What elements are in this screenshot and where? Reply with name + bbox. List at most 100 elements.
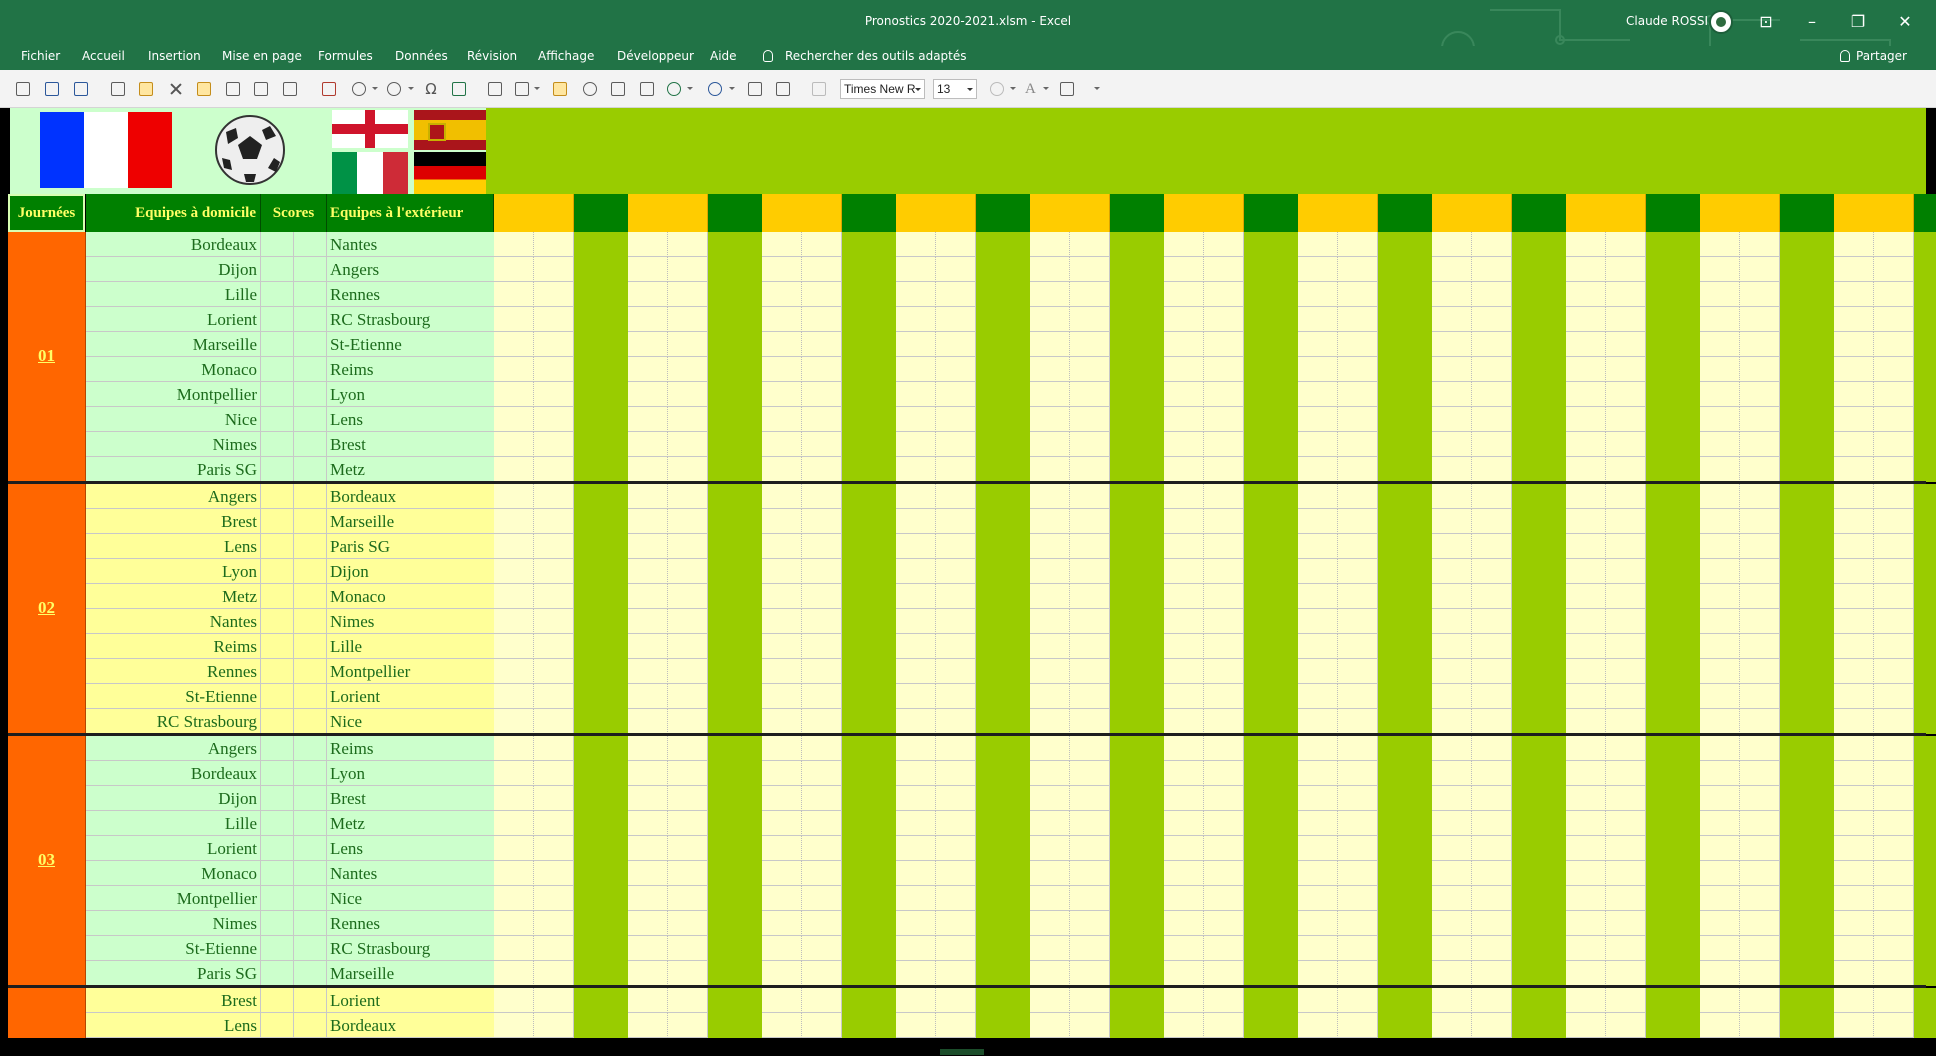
prediction-cell[interactable] [1338,509,1378,534]
picture-icon[interactable] [322,82,336,96]
prediction-cell[interactable] [936,457,976,482]
menu-mise-en-page[interactable]: Mise en page [222,49,302,63]
home-score-cell[interactable] [261,634,294,659]
prediction-cell[interactable] [1740,736,1780,761]
prediction-cell[interactable] [1432,709,1472,734]
prediction-header-cell[interactable] [762,194,842,232]
prediction-cell[interactable] [1700,936,1740,961]
prediction-cell[interactable] [1874,709,1914,734]
prediction-header-cell[interactable] [1030,194,1110,232]
prediction-cell[interactable] [1204,534,1244,559]
prediction-cell[interactable] [1834,307,1874,332]
prediction-cell[interactable] [668,684,708,709]
prediction-cell[interactable] [1700,786,1740,811]
prediction-cell[interactable] [1338,307,1378,332]
prediction-cell[interactable] [1740,761,1780,786]
prediction-cell[interactable] [1740,584,1780,609]
prediction-cell[interactable] [1164,634,1204,659]
prediction-cell[interactable] [494,684,534,709]
prediction-cell[interactable] [1740,357,1780,382]
prediction-cell[interactable] [1204,961,1244,986]
prediction-cell[interactable] [1432,786,1472,811]
prediction-cell[interactable] [1338,282,1378,307]
menu-donnees[interactable]: Données [395,49,448,63]
prediction-cell[interactable] [1164,432,1204,457]
prediction-cell[interactable] [494,432,534,457]
home-score-cell[interactable] [261,1013,294,1038]
font-size-select[interactable]: 13 [933,79,977,99]
prediction-cell[interactable] [1874,509,1914,534]
prediction-cell[interactable] [762,509,802,534]
prediction-cell[interactable] [1298,584,1338,609]
prediction-cell[interactable] [1700,961,1740,986]
prediction-cell[interactable] [534,382,574,407]
prediction-cell[interactable] [1606,634,1646,659]
prediction-cell[interactable] [668,332,708,357]
avatar[interactable] [1709,10,1733,34]
prediction-cell[interactable] [1566,911,1606,936]
prediction-cell[interactable] [1164,684,1204,709]
prediction-cell[interactable] [1030,382,1070,407]
away-team-cell[interactable]: Montpellier [327,659,494,684]
prediction-cell[interactable] [1874,961,1914,986]
open-folder-icon[interactable] [139,82,153,96]
prediction-cell[interactable] [494,332,534,357]
font-color-dropdown-icon[interactable] [1043,87,1049,90]
home-score-cell[interactable] [261,609,294,634]
away-team-cell[interactable]: Dijon [327,559,494,584]
prediction-cell[interactable] [1204,407,1244,432]
prediction-cell[interactable] [668,257,708,282]
grid-icon[interactable] [111,82,125,96]
prediction-cell[interactable] [1740,559,1780,584]
prediction-cell[interactable] [936,811,976,836]
prediction-cell[interactable] [1164,609,1204,634]
prediction-cell[interactable] [628,457,668,482]
prediction-cell[interactable] [1338,936,1378,961]
prediction-cell[interactable] [1432,961,1472,986]
prediction-cell[interactable] [762,332,802,357]
prediction-cell[interactable] [1030,861,1070,886]
prediction-cell[interactable] [628,684,668,709]
prediction-cell[interactable] [802,609,842,634]
prediction-cell[interactable] [1606,484,1646,509]
prediction-cell[interactable] [1070,709,1110,734]
prediction-cell[interactable] [1070,786,1110,811]
prediction-cell[interactable] [1874,761,1914,786]
prediction-cell[interactable] [1472,257,1512,282]
redo-icon[interactable] [387,82,401,96]
prediction-cell[interactable] [494,659,534,684]
prediction-cell[interactable] [1070,559,1110,584]
prediction-cell[interactable] [1164,761,1204,786]
prediction-cell[interactable] [802,484,842,509]
prediction-cell[interactable] [534,534,574,559]
prediction-cell[interactable] [936,257,976,282]
away-team-cell[interactable]: Reims [327,357,494,382]
prediction-cell[interactable] [1700,382,1740,407]
prediction-cell[interactable] [896,634,936,659]
prediction-cell[interactable] [896,811,936,836]
prediction-cell[interactable] [1606,988,1646,1013]
prediction-cell[interactable] [1070,432,1110,457]
prediction-cell[interactable] [628,357,668,382]
prediction-cell[interactable] [1566,559,1606,584]
prediction-cell[interactable] [1472,961,1512,986]
prediction-cell[interactable] [1298,382,1338,407]
prediction-cell[interactable] [762,457,802,482]
print-icon[interactable] [283,82,297,96]
prediction-cell[interactable] [1740,786,1780,811]
prediction-cell[interactable] [1874,307,1914,332]
prediction-cell[interactable] [1606,584,1646,609]
new-document-icon[interactable] [16,82,30,96]
away-score-cell[interactable] [294,509,327,534]
round-cell[interactable] [8,988,86,1038]
prediction-cell[interactable] [1204,886,1244,911]
home-team-cell[interactable]: Bordeaux [86,232,261,257]
prediction-cell[interactable] [1298,484,1338,509]
prediction-cell[interactable] [1874,232,1914,257]
prediction-cell[interactable] [762,282,802,307]
prediction-cell[interactable] [1700,761,1740,786]
prediction-cell[interactable] [762,307,802,332]
prediction-cell[interactable] [668,836,708,861]
prediction-cell[interactable] [896,936,936,961]
prediction-cell[interactable] [1472,911,1512,936]
